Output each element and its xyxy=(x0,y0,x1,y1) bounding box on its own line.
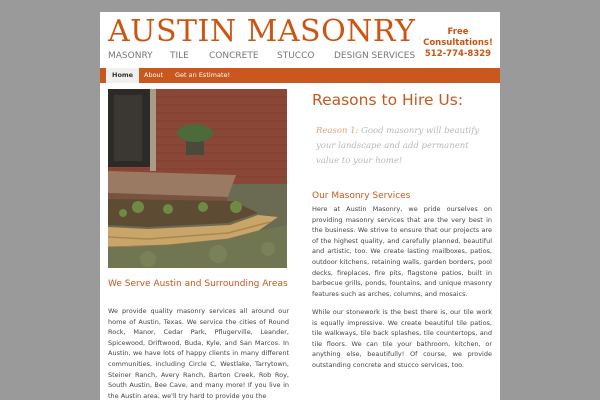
main-nav: Home About Get an Estimate! xyxy=(100,68,500,83)
tagline-stucco: STUCCO xyxy=(277,51,315,61)
service-area-heading: We Serve Austin and Surrounding Areas xyxy=(108,279,288,289)
nav-about[interactable]: About xyxy=(138,68,169,83)
cta-phone[interactable]: 512-774-8329 xyxy=(420,49,496,60)
tagline-masonry: MASONRY xyxy=(108,51,153,61)
hero-photo xyxy=(108,89,287,268)
reason-label: Reason 1: xyxy=(316,126,359,136)
site-header: AUSTIN MASONRY MASONRY TILE CONCRETE STU… xyxy=(100,12,500,67)
consultation-callout: Free Consultations! 512-774-8329 xyxy=(420,27,496,60)
cta-free: Free xyxy=(447,27,469,37)
tagline-concrete: CONCRETE xyxy=(209,51,259,61)
cta-consultations: Consultations! xyxy=(423,38,493,48)
tagline-tile: TILE xyxy=(170,51,189,61)
site-logo-title[interactable]: AUSTIN MASONRY xyxy=(108,14,415,50)
nav-get-estimate[interactable]: Get an Estimate! xyxy=(169,68,236,83)
tagline-design-services: DESIGN SERVICES xyxy=(334,51,416,61)
services-heading: Our Masonry Services xyxy=(312,191,411,201)
service-area-text: We provide quality masonry services all … xyxy=(108,307,289,400)
page-container: AUSTIN MASONRY MASONRY TILE CONCRETE STU… xyxy=(100,12,500,400)
masonry-garden-image xyxy=(108,89,287,268)
service-tagline: MASONRY TILE CONCRETE STUCCO DESIGN SERV… xyxy=(108,50,416,62)
reason-quote: Reason 1: Good masonry will beautify you… xyxy=(316,124,492,169)
services-text: Here at Austin Masonry, we pride ourselv… xyxy=(312,205,492,298)
stonework-text: While our stonework is the best there is… xyxy=(312,308,492,369)
reasons-title: Reasons to Hire Us: xyxy=(312,91,464,109)
nav-home[interactable]: Home xyxy=(106,68,140,83)
